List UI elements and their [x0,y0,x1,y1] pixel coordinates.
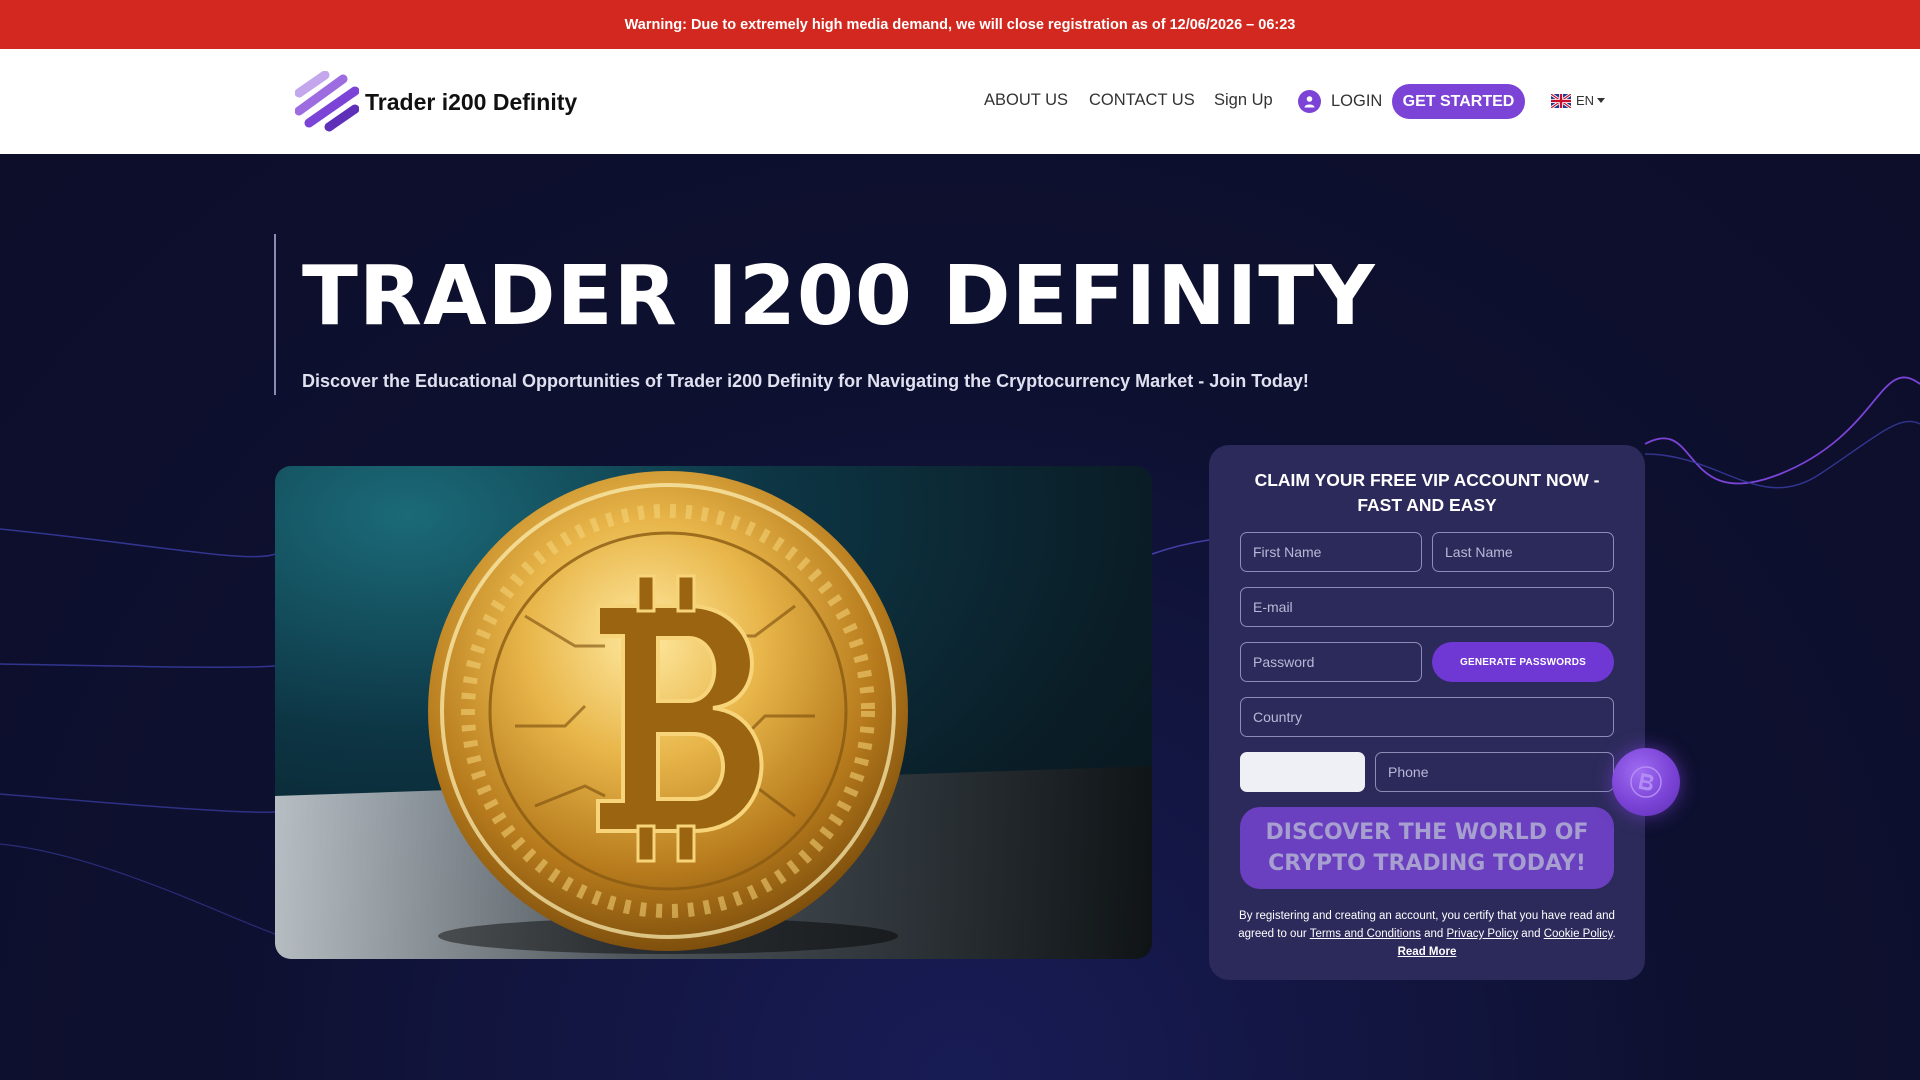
signup-form: CLAIM YOUR FREE VIP ACCOUNT NOW - FAST A… [1209,445,1645,980]
phone-code-input[interactable] [1240,752,1365,792]
email-input[interactable] [1240,587,1614,627]
chevron-down-icon [1597,98,1606,103]
striped-logo-icon [295,71,359,132]
phone-input[interactable] [1375,752,1614,792]
terms-link[interactable]: Terms and Conditions [1310,928,1421,940]
privacy-link[interactable]: Privacy Policy [1447,928,1519,940]
nav-about-us[interactable]: ABOUT US [984,91,1068,110]
nav-contact-us[interactable]: CONTACT US [1089,91,1195,110]
hero-title-block: TRADER I200 DEFINITY Discover the Educat… [274,234,1376,395]
disclaimer: By registering and creating an account, … [1237,907,1617,961]
warning-bar: Warning: Due to extremely high media dem… [0,0,1920,49]
page-title: TRADER I200 DEFINITY [302,249,1376,344]
first-name-input[interactable] [1240,532,1422,572]
get-started-button[interactable]: GET STARTED [1392,84,1525,119]
login-link[interactable]: LOGIN [1298,83,1382,119]
form-title: CLAIM YOUR FREE VIP ACCOUNT NOW - FAST A… [1254,470,1600,515]
user-icon [1298,89,1321,113]
generate-passwords-button[interactable]: GENERATE PASSWORDS [1432,642,1614,682]
nav-sign-up[interactable]: Sign Up [1214,91,1273,110]
disclaimer-and-1: and [1424,928,1444,940]
warning-text: Warning: Due to extremely high media dem… [624,16,1296,33]
submit-button[interactable]: DISCOVER THE WORLD OF CRYPTO TRADING TOD… [1240,807,1614,889]
login-label: LOGIN [1331,91,1383,110]
uk-flag-icon [1551,93,1571,108]
cookie-link[interactable]: Cookie Policy [1544,928,1613,940]
bitcoin-coin-icon [1612,748,1680,816]
disclaimer-and-2: and [1521,928,1541,940]
last-name-input[interactable] [1432,532,1614,572]
disclaimer-dot: . [1612,928,1616,940]
language-label: EN [1576,93,1595,108]
logo-text: Trader i200 Definity [365,88,578,115]
password-input[interactable] [1240,642,1422,682]
logo[interactable]: Trader i200 Definity [295,71,577,133]
site-header: Trader i200 Definity ABOUT US CONTACT US… [0,49,1920,154]
language-selector[interactable]: EN [1551,93,1606,108]
bitcoin-image [275,466,1152,959]
country-input[interactable] [1240,697,1614,737]
hero-section: TRADER I200 DEFINITY Discover the Educat… [0,154,1920,1080]
hero-subtitle: Discover the Educational Opportunities o… [302,371,1309,391]
read-more-link[interactable]: Read More [1398,946,1457,958]
